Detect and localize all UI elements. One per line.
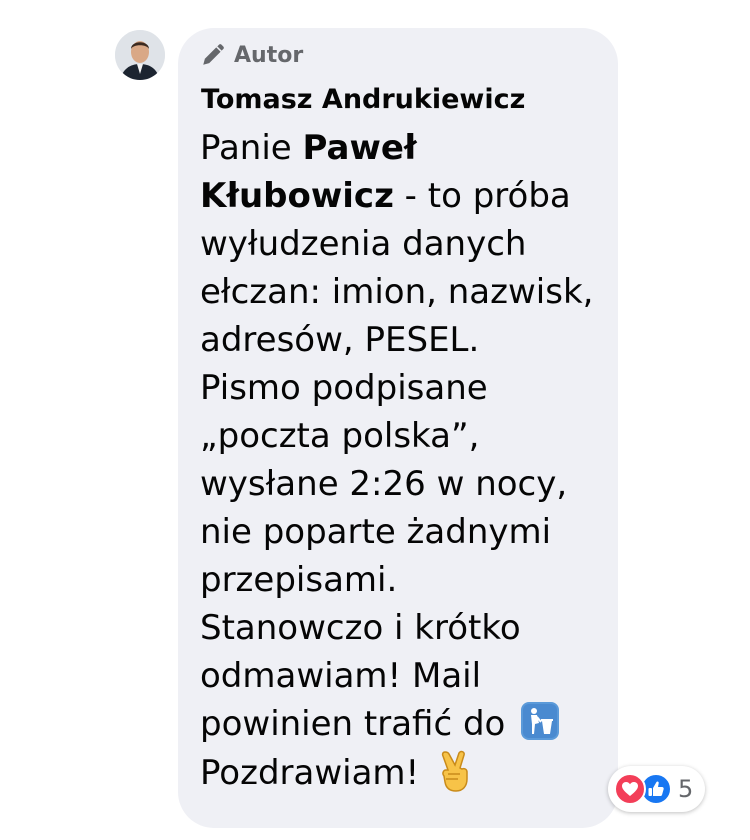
message-line-10: przepisami. (200, 560, 398, 600)
mentioned-name-last[interactable]: Kłubowicz (200, 176, 394, 216)
litter-in-bin-icon (521, 702, 560, 740)
message-line-3: wyłudzenia danych (200, 224, 527, 264)
message-line-5: adresów, PESEL. (200, 320, 480, 360)
message-line-4: ełczan: imion, nazwisk, (200, 272, 594, 312)
message-line-11: Stanowczo i krótko (200, 608, 521, 648)
victory-hand-icon (441, 750, 468, 792)
comment-text: Panie Paweł Kłubowicz - to próba wyłudze… (200, 124, 610, 797)
message-line-7: „poczta polska”, (200, 416, 480, 456)
badge-label: Autor (234, 42, 304, 68)
message-line-1: Panie Paweł (200, 128, 417, 168)
reaction-count: 5 (678, 775, 694, 803)
love-icon (614, 773, 646, 805)
comment-author-name[interactable]: Tomasz Andrukiewicz (201, 84, 525, 115)
message-line-2: Kłubowicz - to próba (200, 176, 571, 216)
author-avatar[interactable] (115, 30, 165, 80)
message-line-6: Pismo podpisane (200, 368, 488, 408)
reactions-summary[interactable]: 5 (608, 766, 706, 812)
message-line-13: powinien trafić do (200, 700, 610, 748)
pencil-icon (203, 44, 224, 65)
message-line-14: Pozdrawiam! (200, 748, 610, 797)
message-line-8: wysłane 2:26 w nocy, (200, 464, 568, 504)
message-line-12: odmawiam! Mail (200, 656, 482, 696)
author-badge: Autor (200, 42, 303, 68)
message-line-9: nie poparte żadnymi (200, 512, 552, 552)
mentioned-name-first[interactable]: Paweł (303, 128, 417, 168)
